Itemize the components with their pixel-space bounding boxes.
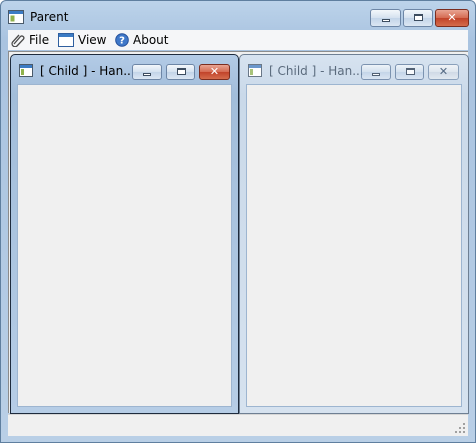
maximize-icon <box>176 68 186 75</box>
child-2-maximize-button[interactable] <box>395 64 424 80</box>
child-window-2[interactable]: [ Child ] - Han... ✕ <box>239 54 469 414</box>
parent-window-title: Parent <box>30 10 69 24</box>
svg-text:?: ? <box>119 36 125 47</box>
menu-item-about-label: About <box>133 33 169 47</box>
child-window-1[interactable]: [ Child ] - Han... ✕ <box>10 54 239 414</box>
child-1-maximize-button[interactable] <box>166 64 195 80</box>
resize-grip-icon[interactable] <box>454 422 466 434</box>
close-icon: ✕ <box>447 11 457 24</box>
window-icon <box>58 33 74 47</box>
child-window-2-title: [ Child ] - Han... <box>269 64 364 78</box>
app-window-icon <box>8 10 24 24</box>
maximize-icon <box>405 68 415 75</box>
child-window-icon <box>248 64 262 77</box>
mdi-client-area: [ Child ] - Han... ✕ [ Child ] - Han... … <box>8 51 469 414</box>
close-icon: ✕ <box>438 65 449 78</box>
menu-bar: File View ? About <box>8 30 468 50</box>
child-1-close-button[interactable]: ✕ <box>199 64 230 80</box>
child-window-1-content[interactable] <box>17 84 232 407</box>
status-bar <box>8 414 468 436</box>
menu-item-file[interactable]: File <box>11 30 49 50</box>
child-2-minimize-button[interactable] <box>361 64 391 80</box>
paperclip-icon <box>11 34 25 47</box>
child-1-minimize-button[interactable] <box>132 64 162 80</box>
help-icon: ? <box>115 33 129 47</box>
close-icon: ✕ <box>209 65 220 78</box>
child-2-close-button[interactable]: ✕ <box>428 64 459 80</box>
maximize-icon <box>414 14 423 21</box>
child-window-1-title: [ Child ] - Han... <box>40 64 135 78</box>
menu-item-view-label: View <box>78 33 107 47</box>
menu-item-view[interactable]: View <box>58 30 106 50</box>
parent-minimize-button[interactable] <box>370 9 401 27</box>
minimize-icon <box>143 73 151 77</box>
menu-item-file-label: File <box>29 33 50 47</box>
menu-item-about[interactable]: ? About <box>115 30 168 50</box>
parent-maximize-button[interactable] <box>403 9 433 27</box>
child-window-icon <box>19 64 33 77</box>
child-window-2-content[interactable] <box>246 84 462 407</box>
minimize-icon <box>372 73 380 77</box>
parent-close-button[interactable]: ✕ <box>435 9 469 27</box>
minimize-icon <box>381 19 390 23</box>
